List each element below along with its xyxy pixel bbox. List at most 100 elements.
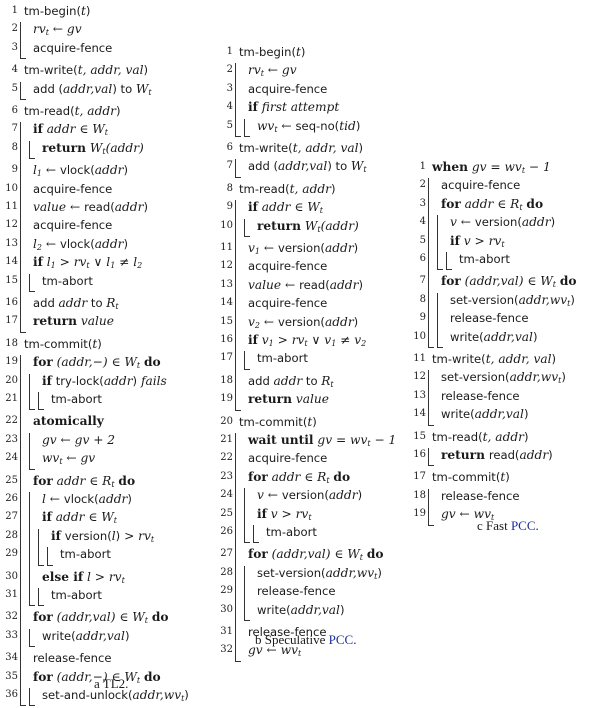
line-code: return Wt(addr) [42,140,144,156]
line-number: 3 [226,82,233,94]
line-number: 4 [226,101,233,113]
algorithm-line: 7 if addr ∈ Wt [2,120,217,138]
line-code: tm-abort [60,547,111,562]
algorithm-line: 6 tm-read(t, addr) [2,102,217,120]
line-number: 24 [220,489,233,501]
block-bracket [38,588,44,607]
algorithm-line: 18 release-fence [410,487,591,505]
line-code: return read(addr) [441,448,553,462]
line-number: 30 [5,570,18,582]
block-bracket [428,178,434,348]
line-number: 12 [220,260,233,272]
algorithm-line: 3 acquire-fence [2,39,217,57]
algorithm-line: 8 tm-read(t, addr) [217,180,412,198]
algorithm-line: 22 atomically [2,412,217,430]
line-code: tm-read(t, addr) [432,429,529,444]
algorithm-line: 2 rvt ← gv [2,20,217,38]
algorithm-line: 27 for (addr,val) ∈ Wt do [217,545,412,563]
line-number: 9 [11,164,18,176]
line-code: tm-abort [51,392,102,406]
algorithm-line: 16 if v1 > rvt ∨ v1 ≠ v2 [217,331,412,349]
line-number: 7 [11,123,18,135]
line-code: v ← version(addr) [257,488,363,503]
algorithm-line: 34 release-fence [2,649,217,667]
line-number: 15 [413,430,426,442]
line-number: 2 [226,64,233,76]
algorithm-fast-pcc: 1 when gv = wvt − 1 2 acquire-fence 3 for add… [410,158,591,526]
line-number: 12 [5,219,18,231]
line-code: return Wt(addr) [257,218,359,234]
caption-speculative-pcc: b Speculative PCC. [255,632,357,647]
block-bracket [235,63,241,137]
line-number: 25 [220,507,233,519]
line-code: acquire-fence [248,451,328,466]
line-number: 14 [5,256,18,268]
algorithm-line: 13 l2 ← vlock(addr) [2,235,217,253]
block-bracket [428,448,434,467]
line-number: 11 [413,353,426,364]
line-number: 14 [220,297,233,309]
caption-label: a [94,676,100,691]
line-number: 7 [226,160,233,172]
block-bracket [29,432,35,470]
algorithm-line: 19 for (addr,−) ∈ Wt do [2,353,217,371]
block-bracket [428,488,434,526]
line-number: 22 [220,452,233,464]
algorithm-line: 7 for (addr,val) ∈ Wt do [410,272,591,290]
line-number: 10 [413,330,426,342]
line-number: 10 [220,219,233,231]
line-number: 18 [413,489,426,501]
line-code: gv ← gv + 2 [42,432,116,447]
algorithm-line: 6 tm-write(t, addr, val) [217,139,412,157]
line-number: 20 [220,415,233,427]
line-number: 28 [220,566,233,578]
algorithm-line: 18 add addr to Rt [217,372,412,390]
line-code: atomically [33,414,104,429]
line-number: 12 [413,371,426,383]
algorithm-line: 1 tm-begin(t) [2,2,217,20]
algorithm-line: 12 set-version(addr,wvt) [410,368,591,386]
algorithm-line: 17 tm-commit(t) [410,468,591,486]
line-number: 1 [226,46,233,57]
line-code: return value [248,392,329,407]
line-number: 14 [413,408,426,420]
block-bracket [20,355,26,707]
algorithm-line: 4 tm-write(t, addr, val) [2,61,217,79]
line-number: 24 [5,452,18,464]
line-code: add (addr,val) to Wt [33,81,152,97]
line-number: 36 [5,689,18,700]
block-bracket [437,292,443,348]
line-number: 26 [220,526,233,537]
line-number: 17 [220,352,233,364]
algorithm-line: 14 acquire-fence [217,294,412,312]
line-number: 18 [220,374,233,386]
algorithm-line: 4 if first attempt [217,98,412,116]
line-number: 6 [226,142,233,153]
caption-fast-pcc: c Fast PCC. [477,518,539,533]
line-number: 13 [5,237,18,249]
caption-text: Fast [486,518,511,533]
line-number: 15 [220,315,233,327]
line-number: 27 [220,548,233,560]
line-number: 5 [419,234,426,246]
line-number: 20 [5,374,18,386]
line-number: 9 [419,312,426,324]
line-code: tm-write(t, addr, val) [24,63,149,78]
line-number: 16 [413,449,426,460]
line-number: 26 [5,493,18,504]
line-code: acquire-fence [33,218,113,233]
pcc-link[interactable]: PCC [511,518,536,533]
block-bracket [20,122,26,333]
line-code: write(addr,val) [441,407,529,422]
block-bracket [235,200,241,411]
block-bracket [235,159,241,178]
line-code: value ← read(addr) [33,200,148,214]
caption-tl2: a TL2. [94,676,128,692]
algorithm-line: 13 value ← read(addr) [217,276,412,294]
algorithm-line: 2 acquire-fence [410,176,591,194]
algorithm-speculative-pcc: 1 tm-begin(t) 2 rvt ← gv 3 acquire-fence 4 if f… [217,43,412,662]
line-code: tm-read(t, addr) [239,181,336,196]
pcc-link[interactable]: PCC [329,632,354,647]
algorithm-line: 3 acquire-fence [217,80,412,98]
algorithm-line: 19 return value [217,390,412,408]
